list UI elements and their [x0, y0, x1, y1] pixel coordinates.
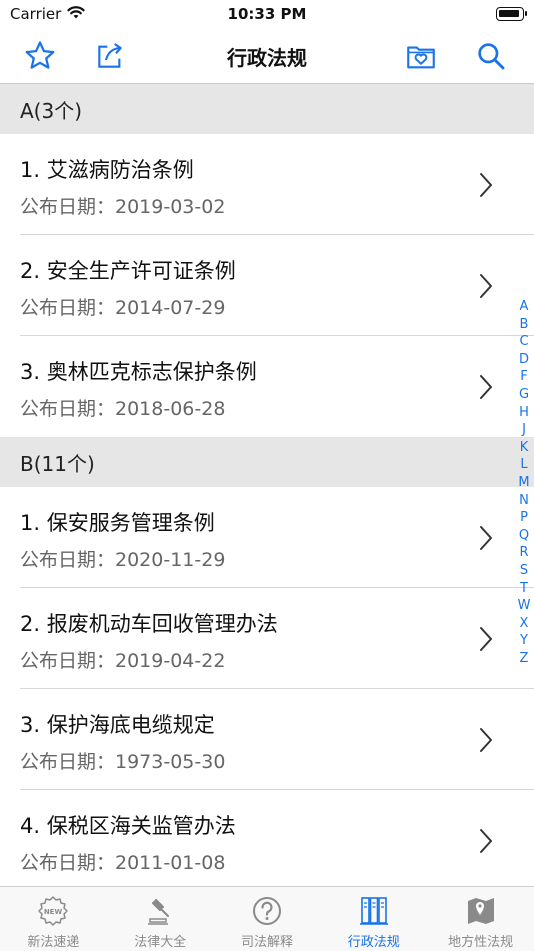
clock: 10:33 PM — [227, 5, 307, 23]
item-date: 公布日期：2014-07-29 — [20, 297, 226, 319]
index-letter[interactable]: Z — [514, 650, 534, 668]
index-letter[interactable]: W — [514, 597, 534, 615]
list-item[interactable]: 2. 报废机动车回收管理办法 公布日期：2019-04-22 — [0, 588, 534, 689]
search-icon[interactable] — [473, 38, 509, 74]
section-header-b: B(11个) — [0, 437, 534, 487]
item-date: 公布日期：2020-11-29 — [20, 549, 226, 571]
index-letter[interactable]: D — [514, 351, 534, 369]
index-letter[interactable]: K — [514, 439, 534, 457]
item-date: 公布日期：1973-05-30 — [20, 751, 226, 773]
index-letter[interactable]: P — [514, 509, 534, 527]
chevron-right-icon — [480, 627, 492, 651]
list-item[interactable]: 3. 保护海底电缆规定 公布日期：1973-05-30 — [0, 689, 534, 790]
tab-label: 行政法规 — [347, 935, 400, 950]
index-letter[interactable]: R — [514, 544, 534, 562]
list-item[interactable]: 3. 奥林匹克标志保护条例 公布日期：2018-06-28 — [0, 336, 534, 437]
item-date: 公布日期：2019-03-02 — [20, 196, 226, 218]
item-title: 1. 艾滋病防治条例 — [20, 158, 194, 182]
document-stack-icon — [359, 897, 388, 925]
item-date: 公布日期：2019-04-22 — [20, 650, 226, 672]
tab-judicial-interpretations[interactable]: 司法解释 — [214, 887, 321, 951]
chevron-right-icon — [480, 375, 492, 399]
list-item[interactable]: 4. 保税区海关监管办法 公布日期：2011-01-08 — [0, 790, 534, 886]
index-letter[interactable]: Q — [514, 527, 534, 545]
regulation-list[interactable]: A(3个) 1. 艾滋病防治条例 公布日期：2019-03-02 2. 安全生产… — [0, 84, 534, 886]
chevron-right-icon — [480, 526, 492, 550]
index-letter[interactable]: G — [514, 386, 534, 404]
item-title: 2. 报废机动车回收管理办法 — [20, 612, 278, 636]
item-date: 公布日期：2011-01-08 — [20, 852, 226, 874]
map-pin-icon — [467, 898, 494, 924]
svg-text:NEW: NEW — [44, 908, 63, 916]
index-letter[interactable]: L — [514, 456, 534, 474]
item-title: 1. 保安服务管理条例 — [20, 511, 215, 535]
index-letter[interactable]: T — [514, 580, 534, 598]
item-title: 3. 保护海底电缆规定 — [20, 713, 215, 737]
item-date: 公布日期：2018-06-28 — [20, 398, 226, 420]
battery-icon — [496, 7, 527, 21]
tab-new-laws[interactable]: NEW 新法速递 — [0, 887, 107, 951]
index-letter[interactable]: C — [514, 333, 534, 351]
index-letter[interactable]: Y — [514, 632, 534, 650]
tab-local-regulations[interactable]: 地方性法规 — [427, 887, 534, 951]
new-badge-icon: NEW — [38, 896, 69, 926]
chevron-right-icon — [480, 829, 492, 853]
chevron-right-icon — [480, 274, 492, 298]
page-title: 行政法规 — [227, 46, 307, 70]
index-letter[interactable]: F — [514, 368, 534, 386]
tab-label: 地方性法规 — [448, 935, 514, 950]
index-letter[interactable]: J — [514, 421, 534, 439]
favorites-folder-icon[interactable] — [403, 38, 439, 74]
chevron-right-icon — [480, 173, 492, 197]
item-title: 3. 奥林匹克标志保护条例 — [20, 360, 257, 384]
chevron-right-icon — [480, 728, 492, 752]
index-letter[interactable]: S — [514, 562, 534, 580]
section-header-a: A(3个) — [0, 84, 534, 134]
index-letter[interactable]: M — [514, 474, 534, 492]
navigation-bar: 行政法规 — [0, 28, 534, 84]
index-letter[interactable]: H — [514, 404, 534, 422]
tab-bar: NEW 新法速递 法律大全 司法解释 行政法规 地方性法规 — [0, 886, 534, 951]
item-title: 2. 安全生产许可证条例 — [20, 259, 236, 283]
list-item[interactable]: 1. 艾滋病防治条例 公布日期：2019-03-02 — [0, 134, 534, 235]
gavel-icon — [148, 898, 170, 925]
status-bar: Carrier 10:33 PM — [0, 0, 534, 28]
tab-label: 新法速递 — [27, 935, 80, 950]
list-item[interactable]: 1. 保安服务管理条例 公布日期：2020-11-29 — [0, 487, 534, 588]
tab-all-laws[interactable]: 法律大全 — [107, 887, 214, 951]
item-title: 4. 保税区海关监管办法 — [20, 814, 236, 838]
list-item[interactable]: 2. 安全生产许可证条例 公布日期：2014-07-29 — [0, 235, 534, 336]
tab-label: 法律大全 — [134, 935, 187, 950]
index-letter[interactable]: B — [514, 316, 534, 334]
index-letter[interactable]: X — [514, 615, 534, 633]
tab-label: 司法解释 — [240, 935, 293, 950]
alphabet-index[interactable]: A B C D F G H J K L M N P Q R S T W X Y … — [514, 298, 534, 667]
question-circle-icon — [252, 897, 281, 925]
tab-administrative-regulations[interactable]: 行政法规 — [320, 887, 427, 951]
index-letter[interactable]: N — [514, 492, 534, 510]
index-letter[interactable]: A — [514, 298, 534, 316]
